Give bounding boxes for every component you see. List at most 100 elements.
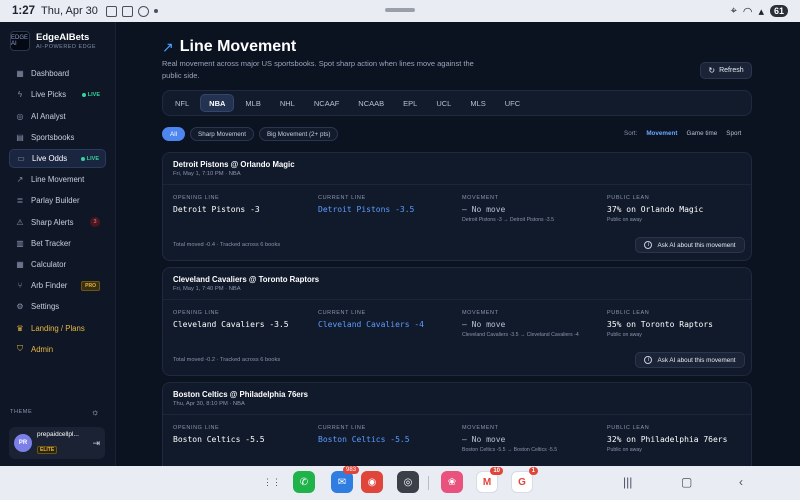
google-app-icon[interactable]: G1 [511, 467, 538, 493]
app-badge-count: 983 [342, 466, 359, 474]
logout-icon[interactable]: ⇥ [92, 438, 100, 449]
dock-separator [428, 476, 429, 490]
sort-option-sport[interactable]: Sport [726, 130, 741, 137]
sort-option-movement[interactable]: Movement [646, 130, 677, 137]
current-line-column: CURRENT LINE Cleveland Cavaliers -4 [318, 310, 424, 329]
public-lean-column: PUBLIC LEAN 37% on Orlando Magic Public on… [607, 195, 703, 223]
sidebar-item-admin[interactable]: ⛉ Admin [9, 339, 106, 359]
movement-value: — No move [462, 205, 506, 214]
calculator-icon: ▦ [16, 259, 24, 269]
tab-nhl[interactable]: NHL [272, 94, 303, 112]
phone-app-icon[interactable]: ✆ [293, 471, 315, 493]
sidebar-item-sportsbooks[interactable]: ▤ Sportsbooks [9, 128, 106, 148]
ask-ai-button[interactable]: i Ask AI about this movement [635, 352, 745, 368]
sidebar-item-sharp-alerts[interactable]: ⚠ Sharp Alerts 3 [9, 212, 106, 232]
movement-detail: Detroit Pistons -3 → Detroit Pistons -3.… [462, 217, 554, 223]
game-card: Boston Celtics @ Philadelphia 76ers Thu, … [162, 382, 752, 466]
opening-line-label: OPENING LINE [173, 425, 220, 431]
bot-icon: ◎ [16, 111, 24, 121]
filter-chip-big-movement-2-pts[interactable]: Big Movement (2+ pts) [258, 127, 339, 141]
tab-mls[interactable]: MLS [462, 94, 493, 112]
movement-value: — No move [462, 320, 506, 329]
tab-nfl[interactable]: NFL [167, 94, 197, 112]
movement-detail: Boston Celtics -5.5 → Boston Celtics -5.… [462, 447, 558, 453]
recents-icon[interactable]: ||| [623, 475, 632, 489]
refresh-icon: ↻ [708, 66, 716, 75]
sidebar: EDGE AI EdgeAIBets AI-POWERED EDGE ▦ Dash… [0, 22, 116, 466]
tab-ufc[interactable]: UFC [497, 94, 528, 112]
ask-ai-button[interactable]: i Ask AI about this movement [635, 237, 745, 253]
sidebar-item-calculator[interactable]: ▦ Calculator [9, 255, 106, 275]
sun-icon[interactable]: ☼ [91, 407, 100, 417]
sidebar-item-landing-plans[interactable]: ♛ Landing / Plans [9, 318, 106, 338]
brand[interactable]: EDGE AI EdgeAIBets AI-POWERED EDGE [0, 22, 115, 60]
camera-glyph: ◎ [403, 476, 413, 488]
sidebar-item-label: Admin [31, 344, 54, 354]
gmail-app-icon[interactable]: M 10 [476, 467, 503, 493]
sidebar-item-live-odds[interactable]: ▭ Live Odds LIVE [9, 148, 106, 169]
league-tabs: NFL NBA MLB NHL NCAAF NCAAB EPL UCL MLS UFC [162, 90, 752, 116]
public-lean-value: 32% on Philadelphia 76ers [607, 435, 728, 444]
avatar: PR [14, 434, 32, 452]
mail-app-icon[interactable]: ✉ 983 [331, 466, 359, 493]
sidebar-item-arb-finder[interactable]: ⑂ Arb Finder PRO [9, 276, 106, 296]
sidebar-item-label: Settings [31, 302, 60, 312]
user-tier-badge: ELITE [37, 445, 58, 454]
tab-ncaab[interactable]: NCAAB [350, 94, 392, 112]
mail-glyph: ✉ [337, 476, 347, 488]
sidebar-item-label: Calculator [31, 259, 67, 269]
brand-logo: EDGE AI [10, 31, 30, 51]
game-card-header: Boston Celtics @ Philadelphia 76ers Thu, … [163, 383, 751, 415]
sidebar-item-live-picks[interactable]: ϟ Live Picks LIVE [9, 85, 106, 105]
status-time: 1:27 [12, 5, 36, 17]
movement-column: MOVEMENT — No move Detroit Pistons -3 → De… [462, 195, 554, 223]
sidebar-item-ai-analyst[interactable]: ◎ AI Analyst [9, 106, 106, 126]
sidebar-item-parlay-builder[interactable]: ≣ Parlay Builder [9, 191, 106, 211]
tracking-note: Total moved -0.2 · Tracked across 6 book… [173, 357, 281, 363]
game-time: Fri, May 1, 7:40 PM · NBA [173, 286, 241, 292]
google-glyph: G [518, 476, 526, 488]
apps-grid-app-icon[interactable]: ⋮⋮ [261, 471, 283, 493]
chrome-app-icon[interactable]: ◉ [361, 471, 383, 493]
tab-ucl[interactable]: UCL [428, 94, 459, 112]
sort-option-game-time[interactable]: Game time [686, 130, 717, 137]
camera-app-icon[interactable]: ◎ [397, 471, 419, 493]
tab-epl[interactable]: EPL [395, 94, 425, 112]
gear-icon: ⚙ [16, 302, 24, 312]
refresh-label: Refresh [719, 67, 744, 74]
tab-ncaaf[interactable]: NCAAF [306, 94, 347, 112]
sidebar-item-label: Landing / Plans [31, 323, 85, 333]
filter-chip-all[interactable]: All [162, 127, 185, 141]
movement-column: MOVEMENT — No move Boston Celtics -5.5 → B… [462, 425, 557, 453]
current-line-label: CURRENT LINE [318, 425, 366, 431]
screenshot-icon [121, 5, 133, 17]
game-card: Cleveland Cavaliers @ Toronto Raptors Fri… [162, 267, 752, 376]
chrome-notification-icon [137, 5, 149, 17]
brand-tagline: AI-POWERED EDGE [36, 44, 97, 50]
alert-count-badge: 3 [90, 217, 100, 228]
public-lean-column: PUBLIC LEAN 35% on Toronto Raptors Public … [607, 310, 713, 338]
app-badge-count: 10 [490, 467, 503, 475]
tab-mlb[interactable]: MLB [237, 94, 268, 112]
current-line-column: CURRENT LINE Detroit Pistons -3.5 [318, 195, 414, 214]
refresh-button[interactable]: ↻ Refresh [700, 62, 752, 79]
multiwindow-handle[interactable] [385, 8, 415, 12]
shield-icon: ⛉ [17, 344, 23, 354]
status-date: Thu, Apr 30 [41, 5, 98, 17]
home-icon[interactable]: ▢ [681, 475, 692, 489]
public-lean-detail: Public on away [607, 332, 642, 338]
gallery-app-icon[interactable]: ❀ [441, 471, 463, 493]
game-time: Thu, Apr 30, 8:10 PM · NBA [173, 401, 245, 407]
grid-icon: ▦ [16, 69, 24, 79]
tab-nba[interactable]: NBA [200, 94, 235, 112]
sidebar-item-settings[interactable]: ⚙ Settings [9, 297, 106, 317]
sidebar-item-bet-tracker[interactable]: ▥ Bet Tracker [9, 234, 106, 254]
sidebar-item-line-movement[interactable]: ↗ Line Movement [9, 170, 106, 190]
sidebar-item-dashboard[interactable]: ▦ Dashboard [9, 64, 106, 84]
user-card[interactable]: PR prepaidcellpl... ELITE ⇥ [9, 427, 105, 459]
filter-chip-sharp-movement[interactable]: Sharp Movement [190, 127, 254, 141]
public-lean-label: PUBLIC LEAN [607, 310, 650, 316]
back-icon[interactable]: ‹ [739, 475, 743, 489]
sidebar-item-label: Live Picks [31, 90, 67, 100]
opening-line-column: OPENING LINE Detroit Pistons -3 [173, 195, 260, 214]
